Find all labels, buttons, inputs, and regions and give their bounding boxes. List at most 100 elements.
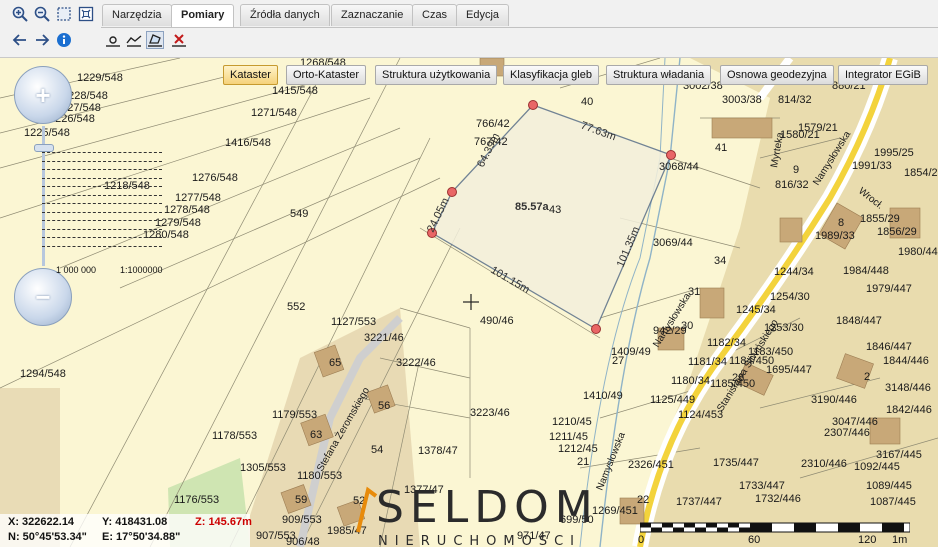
info-icon[interactable] xyxy=(55,31,73,49)
layer-kataster-button[interactable]: Kataster xyxy=(223,65,278,85)
tab-zaznaczanie[interactable]: Zaznaczanie xyxy=(331,4,414,26)
layer-struktura-uzytkowania-button[interactable]: Struktura użytkowania xyxy=(375,65,498,85)
parcel-label: 1125/449 xyxy=(650,394,695,406)
parcel-label: 909/553 xyxy=(282,514,322,526)
tab-czas[interactable]: Czas xyxy=(412,4,458,26)
watermark-title: SELDOM xyxy=(376,482,599,533)
parcel-label: 59 xyxy=(295,494,307,506)
parcel-label: 8 xyxy=(838,217,844,229)
parcel-label: 1180/34 xyxy=(671,375,710,387)
parcel-label: 814/32 xyxy=(778,94,812,106)
zoom-slider-handle[interactable] xyxy=(34,144,54,152)
watermark-logo: SELDOM NIERUCHOMOŚCI xyxy=(354,482,594,547)
parcel-label: 1855/29 xyxy=(860,213,900,225)
map-view[interactable]: 85.57a 77.63m 64.39m 24.05m 101.15m 101.… xyxy=(0,58,938,547)
parcel-label: 3221/46 xyxy=(364,332,404,344)
parcel-label: 1127/553 xyxy=(331,316,376,328)
layer-osnowa-geodezyjna-button[interactable]: Osnowa geodezyjna xyxy=(720,65,834,85)
scale-label: 0 xyxy=(638,534,645,546)
tab-edycja[interactable]: Edycja xyxy=(456,4,510,26)
zoom-in-button[interactable]: + xyxy=(14,66,72,124)
parcel-label: 1179/553 xyxy=(272,409,317,421)
zoom-out-icon[interactable] xyxy=(33,5,51,23)
zoom-in-icon[interactable] xyxy=(11,5,29,23)
scale-label: 120 xyxy=(858,534,877,546)
tab-pomiary[interactable]: Pomiary xyxy=(171,4,235,27)
parcel-label: 1211/45 xyxy=(549,431,588,443)
parcel-label: 41 xyxy=(715,142,727,154)
parcel-label: 1732/446 xyxy=(755,493,801,505)
measure-point-icon[interactable] xyxy=(104,31,122,49)
clear-measure-icon[interactable] xyxy=(170,31,188,49)
parcel-label: 549 xyxy=(290,208,308,220)
parcel-label: 1991/33 xyxy=(852,160,892,172)
parcel-label: 3003/38 xyxy=(722,94,762,106)
parcel-label: 1276/548 xyxy=(192,172,238,184)
measure-distance-icon[interactable] xyxy=(125,31,143,49)
zoom-out-button[interactable]: − xyxy=(14,268,72,326)
crosshair-cursor-icon xyxy=(463,294,479,310)
parcel-label: 3069/44 xyxy=(653,237,693,249)
parcel-label: 1378/47 xyxy=(418,445,458,457)
parcel-label: 1989/33 xyxy=(815,230,855,242)
parcel-label: 1271/548 xyxy=(251,107,297,119)
zoom-extent-icon[interactable] xyxy=(77,5,95,23)
parcel-label: 1089/445 xyxy=(866,480,912,492)
zoom-box-icon[interactable] xyxy=(55,5,73,23)
layer-integrator-egib-button[interactable]: Integrator EGiB xyxy=(838,65,928,85)
coord-y: Y: 418431.08 xyxy=(102,516,168,528)
parcel-label: 1995/25 xyxy=(874,147,914,159)
minus-icon: − xyxy=(35,281,51,312)
tab-zrodla-danych[interactable]: Źródła danych xyxy=(240,4,330,26)
measure-area-label: 85.57a xyxy=(515,201,550,213)
coord-n: N: 50°45'53.34" xyxy=(8,531,87,543)
parcel-label: 21 xyxy=(577,456,589,468)
parcel-label: 2307/446 xyxy=(824,427,870,439)
scale-label: 1m xyxy=(892,534,908,546)
parcel-label: 1254/30 xyxy=(770,291,810,303)
watermark-roof-icon xyxy=(356,486,378,533)
zoom-scale-right: 1:1000000 xyxy=(120,265,163,275)
parcel-label: 2310/446 xyxy=(801,458,847,470)
parcel-label: 3167/445 xyxy=(876,449,922,461)
measure-area-icon[interactable] xyxy=(146,31,164,49)
parcel-label: 1181/34 xyxy=(688,356,727,368)
parcel-label: 1848/447 xyxy=(836,315,882,327)
parcel-label: 816/32 xyxy=(775,179,809,191)
parcel-label: 34 xyxy=(714,255,726,267)
tab-narzedzia[interactable]: Narzędzia xyxy=(102,4,172,26)
parcel-label: 1182/34 xyxy=(707,337,746,349)
parcel-label: 1244/34 xyxy=(774,266,814,278)
parcel-label: 906/48 xyxy=(286,536,320,547)
forward-icon[interactable] xyxy=(33,31,51,49)
parcel-label: 3068/44 xyxy=(659,161,699,173)
parcel-label: 3223/46 xyxy=(470,407,510,419)
parcel-label: 3222/46 xyxy=(396,357,436,369)
parcel-label: 1984/448 xyxy=(843,265,889,277)
coord-e: E: 17°50'34.88" xyxy=(102,531,181,543)
parcel-label: 1269/451 xyxy=(592,505,638,517)
parcel-label: 767/42 xyxy=(474,136,508,148)
parcel-label: 3190/446 xyxy=(811,394,857,406)
parcel-label: 552 xyxy=(287,301,305,313)
parcel-label: 1856/29 xyxy=(877,226,917,238)
layer-klasyfikacja-gleb-button[interactable]: Klasyfikacja gleb xyxy=(503,65,599,85)
street-label: Namysłowska xyxy=(595,430,628,492)
parcel-label: 1245/34 xyxy=(736,304,776,316)
layer-orto-kataster-button[interactable]: Orto-Kataster xyxy=(286,65,367,85)
zoom-control: + − 1 000 000 1:1000000 xyxy=(14,66,163,326)
parcel-label: 490/46 xyxy=(480,315,514,327)
parcel-label: 1854/25 xyxy=(904,167,938,179)
parcel-label: 1210/45 xyxy=(552,416,592,428)
parcel-label: 1980/446 xyxy=(898,246,938,258)
parcel-label: 1092/445 xyxy=(854,461,900,473)
layer-struktura-wladania-button[interactable]: Struktura władania xyxy=(606,65,712,85)
parcel-label: 1178/553 xyxy=(212,430,257,442)
parcel-label: 1087/445 xyxy=(870,496,916,508)
parcel-label: 1733/447 xyxy=(739,480,785,492)
zoom-levels xyxy=(42,152,182,254)
back-icon[interactable] xyxy=(11,31,29,49)
parcel-label: 2 xyxy=(864,371,870,383)
zoom-scale-left: 1 000 000 xyxy=(56,265,97,275)
toolbar-row-top: Narzędzia Pomiary Źródła danych Zaznacza… xyxy=(0,2,938,28)
